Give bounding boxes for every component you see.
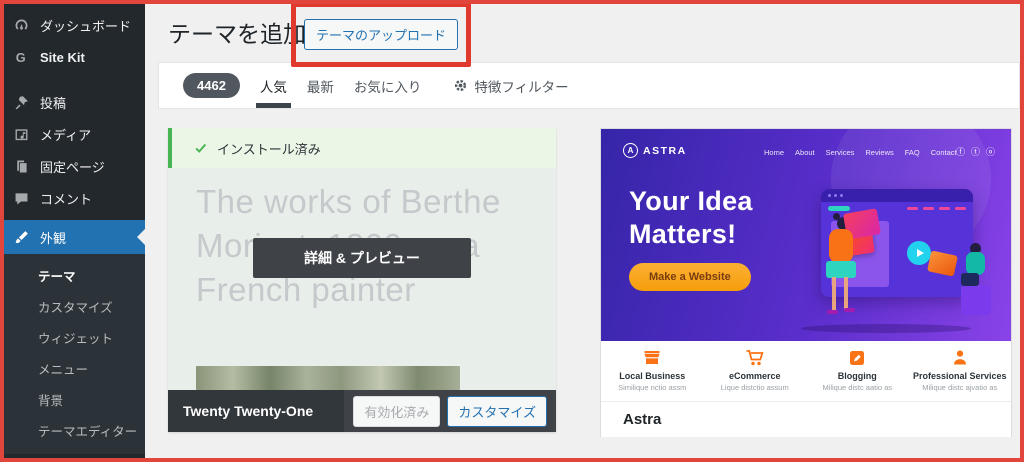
- sidebar-item-label: 外観: [40, 230, 67, 246]
- illustration-woman: [811, 208, 881, 337]
- tab-latest[interactable]: 最新: [307, 63, 334, 108]
- media-icon: [12, 125, 30, 143]
- person-icon: [950, 348, 970, 368]
- astra-logo: A ASTRA: [623, 143, 687, 158]
- page-title: テーマを追加: [168, 21, 306, 47]
- astra-screenshot: A ASTRA Home About Services Reviews FAQ …: [601, 129, 1011, 341]
- feature-filter-label: 特徴フィルター: [474, 79, 569, 95]
- sitekit-icon: G: [12, 48, 30, 66]
- customize-button[interactable]: カスタマイズ: [447, 395, 547, 427]
- feature-ecommerce: eCommerce Lique distctio assum: [704, 348, 807, 401]
- nav-item: Services: [825, 148, 855, 157]
- play-icon: [907, 241, 931, 265]
- instagram-icon: ⓞ: [985, 147, 995, 157]
- sidebar-item-media[interactable]: メディア: [0, 118, 145, 150]
- wordpress-add-themes-screen: ダッシュボード G Site Kit 投稿 メディア 固定ページ コメント 外観…: [0, 0, 1024, 462]
- sidebar-item-label: 固定ページ: [40, 159, 105, 175]
- svg-text:G: G: [15, 49, 25, 64]
- facebook-icon: ⓕ: [955, 147, 965, 157]
- submenu-item-widgets[interactable]: ウィジェット: [0, 322, 145, 353]
- theme-card-astra[interactable]: A ASTRA Home About Services Reviews FAQ …: [600, 128, 1012, 437]
- painting-thumbnail: [196, 366, 460, 390]
- upload-theme-button[interactable]: テーマのアップロード: [303, 19, 458, 50]
- feature-professional-services: Professional Services Milique distc ajva…: [909, 348, 1012, 401]
- sidebar-item-comments[interactable]: コメント: [0, 182, 145, 214]
- make-a-website-button: Make a Website: [629, 263, 751, 291]
- upload-annotation-box: テーマのアップロード: [291, 2, 471, 67]
- appearance-icon: [12, 228, 30, 246]
- installed-banner: インストール済み: [168, 128, 556, 168]
- nav-item: Contact: [930, 148, 957, 157]
- sidebar-item-sitekit[interactable]: G Site Kit: [0, 41, 145, 73]
- pages-icon: [12, 157, 30, 175]
- theme-card-footer: Twenty Twenty-One 有効化済み カスタマイズ: [168, 390, 556, 432]
- astra-nav: Home About Services Reviews FAQ Contact: [764, 148, 957, 157]
- astra-logo-icon: A: [623, 143, 638, 158]
- check-icon: [194, 141, 208, 155]
- submenu-item-menus[interactable]: メニュー: [0, 353, 145, 384]
- astra-illustration: [773, 177, 1001, 337]
- gear-icon: [453, 78, 468, 93]
- nav-item: Home: [764, 148, 785, 157]
- sidebar-item-label: 投稿: [40, 95, 67, 111]
- dashboard-icon: [12, 16, 30, 34]
- sidebar-item-appearance[interactable]: 外観: [0, 220, 145, 254]
- nav-item: About: [795, 148, 815, 157]
- admin-sidebar: ダッシュボード G Site Kit 投稿 メディア 固定ページ コメント 外観…: [0, 0, 145, 462]
- theme-card-twenty-twenty-one[interactable]: インストール済み The works of Berthe Morisot, 18…: [168, 128, 556, 432]
- storefront-icon: [642, 348, 662, 368]
- theme-count-badge: 4462: [183, 73, 240, 98]
- theme-name: Astra: [601, 401, 1011, 437]
- cart-icon: [745, 348, 765, 368]
- twitter-icon: ⓣ: [970, 147, 980, 157]
- sidebar-item-label: コメント: [40, 191, 93, 207]
- nav-item: Reviews: [865, 148, 894, 157]
- theme-name: Twenty Twenty-One: [168, 390, 345, 432]
- sidebar-separator: [0, 73, 145, 86]
- installed-label: インストール済み: [217, 141, 321, 157]
- sidebar-item-pages[interactable]: 固定ページ: [0, 150, 145, 182]
- submenu-item-themes[interactable]: テーマ: [0, 260, 145, 291]
- submenu-item-theme-editor[interactable]: テーマエディター: [0, 415, 145, 446]
- astra-features-row: Local Business Similique nctio assm eCom…: [601, 341, 1011, 401]
- submenu-item-background[interactable]: 背景: [0, 384, 145, 415]
- illustration-man: [927, 243, 993, 333]
- sidebar-item-label: メディア: [40, 127, 92, 143]
- activated-button: 有効化済み: [353, 395, 441, 427]
- theme-screenshot: The works of Berthe Morisot, 1800s-era F…: [168, 168, 556, 390]
- sidebar-item-label: ダッシュボード: [40, 18, 132, 34]
- feature-blogging: Blogging Milique distc aatio as: [806, 348, 909, 401]
- feature-local-business: Local Business Similique nctio assm: [601, 348, 704, 401]
- social-icons: ⓕ ⓣ ⓞ: [956, 145, 995, 158]
- appearance-submenu: テーマ カスタマイズ ウィジェット メニュー 背景 テーマエディター: [0, 254, 145, 454]
- pencil-icon: [847, 348, 867, 368]
- nav-item: FAQ: [904, 148, 920, 157]
- tab-favorites[interactable]: お気に入り: [354, 63, 422, 108]
- sidebar-item-label: Site Kit: [40, 49, 85, 65]
- submenu-item-customize[interactable]: カスタマイズ: [0, 291, 145, 322]
- pin-icon: [12, 93, 30, 111]
- sidebar-item-dashboard[interactable]: ダッシュボード: [0, 9, 145, 41]
- comment-icon: [12, 189, 30, 207]
- astra-heading: Your Idea Matters!: [629, 186, 753, 249]
- theme-actions: 有効化済み カスタマイズ: [344, 390, 556, 432]
- details-preview-button[interactable]: 詳細 & プレビュー: [253, 238, 471, 278]
- sidebar-item-posts[interactable]: 投稿: [0, 86, 145, 118]
- tab-popular[interactable]: 人気: [255, 63, 291, 108]
- theme-filter-bar: 4462 人気 最新 お気に入り 特徴フィルター: [158, 62, 1020, 109]
- feature-filter-toggle[interactable]: 特徴フィルター: [453, 76, 569, 96]
